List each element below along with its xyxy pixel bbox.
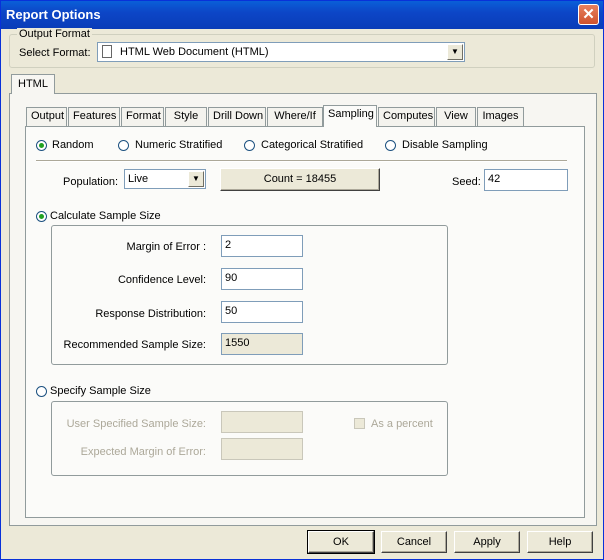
tab-drill-down[interactable]: Drill Down	[208, 107, 266, 126]
count-button[interactable]: Count = 18455	[220, 168, 380, 191]
tab-images[interactable]: Images	[477, 107, 524, 126]
categorical-stratified-label: Categorical Stratified	[261, 139, 364, 151]
report-options-window: Report Options ✕ Output Format Select Fo…	[0, 0, 604, 560]
margin-of-error-label: Margin of Error :	[126, 241, 206, 253]
confidence-level-label: Confidence Level:	[117, 274, 206, 286]
tab-computes[interactable]: Computes	[378, 107, 435, 126]
categorical-stratified-radio[interactable]	[244, 140, 255, 151]
select-format-value: HTML Web Document (HTML)	[120, 46, 269, 58]
tab-output[interactable]: Output	[26, 107, 67, 126]
ok-button[interactable]: OK	[307, 530, 375, 554]
numeric-stratified-radio[interactable]	[118, 140, 129, 151]
disable-sampling-radio[interactable]	[385, 140, 396, 151]
numeric-stratified-label: Numeric Stratified	[135, 139, 223, 151]
as-a-percent-label: As a percent	[371, 418, 433, 430]
tab-view[interactable]: View	[436, 107, 476, 126]
response-distribution-field[interactable]: 50	[221, 301, 303, 323]
separator	[36, 160, 567, 162]
as-a-percent-checkbox[interactable]	[354, 418, 365, 429]
tab-html[interactable]: HTML	[11, 74, 55, 94]
seed-label: Seed:	[452, 176, 481, 188]
expected-margin-of-error-field[interactable]	[221, 438, 303, 460]
population-value: Live	[128, 173, 149, 185]
chevron-down-icon[interactable]: ▼	[447, 44, 463, 60]
population-dropdown[interactable]: Live ▼	[124, 169, 206, 189]
specify-sample-size-label: Specify Sample Size	[50, 385, 151, 397]
recommended-sample-size-field: 1550	[221, 333, 303, 355]
response-distribution-label: Response Distribution:	[95, 308, 206, 320]
close-icon[interactable]: ✕	[578, 4, 599, 25]
random-radio[interactable]	[36, 140, 47, 151]
select-format-dropdown[interactable]: HTML Web Document (HTML) ▼	[97, 42, 465, 62]
user-specified-sample-size-label: User Specified Sample Size:	[66, 418, 206, 430]
random-label: Random	[52, 139, 94, 151]
output-format-legend: Output Format	[17, 28, 92, 40]
apply-button[interactable]: Apply	[454, 531, 520, 553]
document-icon	[102, 45, 112, 58]
tab-format[interactable]: Format	[121, 107, 164, 126]
calculate-sample-size-radio[interactable]	[36, 211, 47, 222]
help-button[interactable]: Help	[527, 531, 593, 553]
expected-margin-of-error-label: Expected Margin of Error:	[80, 446, 206, 458]
window-title: Report Options	[6, 7, 101, 22]
title-bar[interactable]: Report Options ✕	[1, 1, 603, 29]
sampling-panel: Random Numeric Stratified Categorical St…	[25, 126, 585, 518]
tab-where-if[interactable]: Where/If	[267, 107, 323, 126]
tab-style[interactable]: Style	[165, 107, 207, 126]
calculate-sample-size-label: Calculate Sample Size	[50, 210, 161, 222]
recommended-sample-size-label: Recommended Sample Size:	[63, 339, 206, 351]
select-format-label: Select Format:	[19, 47, 91, 59]
tab-sampling[interactable]: Sampling	[323, 105, 377, 127]
disable-sampling-label: Disable Sampling	[402, 139, 488, 151]
margin-of-error-field[interactable]: 2	[221, 235, 303, 257]
chevron-down-icon[interactable]: ▼	[188, 171, 204, 187]
population-label: Population:	[63, 176, 119, 188]
confidence-level-field[interactable]: 90	[221, 268, 303, 290]
seed-field[interactable]: 42	[484, 169, 568, 191]
tab-features[interactable]: Features	[68, 107, 120, 126]
user-specified-sample-size-field[interactable]	[221, 411, 303, 433]
specify-sample-size-radio[interactable]	[36, 386, 47, 397]
cancel-button[interactable]: Cancel	[381, 531, 447, 553]
